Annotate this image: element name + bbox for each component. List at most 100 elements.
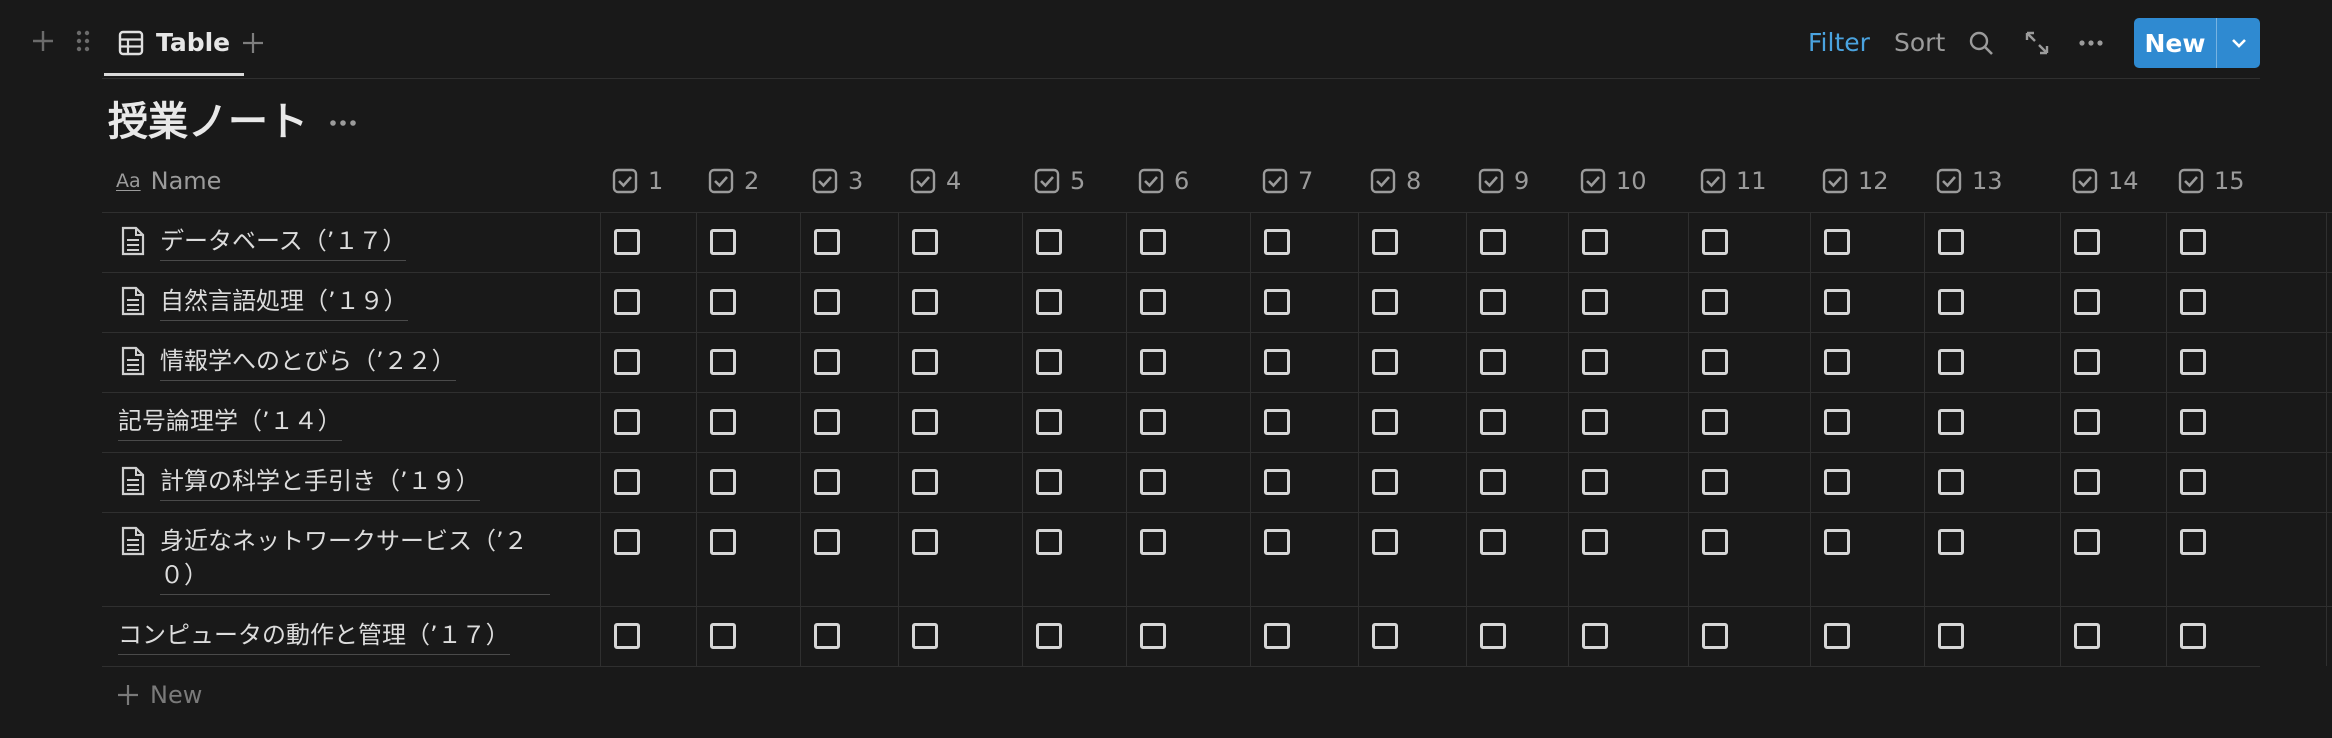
more-options-icon[interactable] (2076, 28, 2106, 58)
title-more-icon[interactable] (326, 110, 360, 136)
checkbox[interactable] (1140, 469, 1166, 495)
checkbox[interactable] (1036, 623, 1062, 649)
checkbox[interactable] (1264, 289, 1290, 315)
checkbox[interactable] (2074, 229, 2100, 255)
row-title-cell[interactable]: 記号論理学（’１４） (118, 404, 342, 441)
column-header-8[interactable]: 8 (1370, 164, 1421, 198)
checkbox[interactable] (1264, 623, 1290, 649)
checkbox[interactable] (912, 229, 938, 255)
checkbox[interactable] (1702, 409, 1728, 435)
column-header-11[interactable]: 11 (1700, 164, 1767, 198)
checkbox[interactable] (2074, 289, 2100, 315)
checkbox[interactable] (2180, 229, 2206, 255)
checkbox[interactable] (1372, 409, 1398, 435)
column-header-2[interactable]: 2 (708, 164, 759, 198)
add-view-icon[interactable] (238, 28, 268, 58)
checkbox[interactable] (1582, 529, 1608, 555)
checkbox[interactable] (1582, 229, 1608, 255)
checkbox[interactable] (912, 409, 938, 435)
checkbox[interactable] (912, 289, 938, 315)
checkbox[interactable] (1702, 529, 1728, 555)
checkbox[interactable] (1938, 229, 1964, 255)
checkbox[interactable] (2180, 289, 2206, 315)
checkbox[interactable] (1480, 529, 1506, 555)
column-header-10[interactable]: 10 (1580, 164, 1647, 198)
checkbox[interactable] (1036, 289, 1062, 315)
add-row-button[interactable]: New (116, 678, 202, 712)
checkbox[interactable] (2180, 349, 2206, 375)
checkbox[interactable] (912, 469, 938, 495)
checkbox[interactable] (1824, 529, 1850, 555)
checkbox[interactable] (912, 349, 938, 375)
checkbox[interactable] (1140, 289, 1166, 315)
checkbox[interactable] (1140, 623, 1166, 649)
open-full-page-icon[interactable] (2022, 28, 2052, 58)
checkbox[interactable] (814, 229, 840, 255)
checkbox[interactable] (1824, 469, 1850, 495)
column-header-13[interactable]: 13 (1936, 164, 2003, 198)
checkbox[interactable] (1582, 623, 1608, 649)
checkbox[interactable] (614, 349, 640, 375)
checkbox[interactable] (2074, 349, 2100, 375)
checkbox[interactable] (1480, 289, 1506, 315)
checkbox[interactable] (710, 529, 736, 555)
search-icon[interactable] (1966, 28, 1996, 58)
column-header-9[interactable]: 9 (1478, 164, 1529, 198)
checkbox[interactable] (814, 289, 840, 315)
checkbox[interactable] (814, 469, 840, 495)
checkbox[interactable] (1480, 409, 1506, 435)
checkbox[interactable] (1824, 623, 1850, 649)
checkbox[interactable] (1036, 529, 1062, 555)
checkbox[interactable] (1140, 229, 1166, 255)
checkbox[interactable] (1036, 469, 1062, 495)
add-block-icon[interactable] (28, 26, 58, 56)
checkbox[interactable] (1824, 229, 1850, 255)
checkbox[interactable] (1372, 289, 1398, 315)
filter-button[interactable]: Filter (1808, 26, 1870, 60)
new-button[interactable]: New (2134, 18, 2216, 68)
checkbox[interactable] (710, 349, 736, 375)
checkbox[interactable] (814, 349, 840, 375)
checkbox[interactable] (614, 289, 640, 315)
checkbox[interactable] (614, 229, 640, 255)
checkbox[interactable] (1702, 229, 1728, 255)
row-title-cell[interactable]: 自然言語処理（’１９） (118, 284, 408, 321)
row-title-cell[interactable]: データベース（’１７） (118, 224, 407, 261)
checkbox[interactable] (1264, 469, 1290, 495)
checkbox[interactable] (1264, 409, 1290, 435)
checkbox[interactable] (2074, 623, 2100, 649)
checkbox[interactable] (710, 469, 736, 495)
checkbox[interactable] (614, 469, 640, 495)
checkbox[interactable] (1480, 229, 1506, 255)
checkbox[interactable] (2074, 529, 2100, 555)
checkbox[interactable] (1264, 529, 1290, 555)
drag-handle-icon[interactable] (68, 26, 98, 56)
checkbox[interactable] (814, 409, 840, 435)
checkbox[interactable] (1372, 349, 1398, 375)
checkbox[interactable] (1938, 623, 1964, 649)
checkbox[interactable] (1480, 469, 1506, 495)
checkbox[interactable] (1140, 349, 1166, 375)
checkbox[interactable] (1036, 409, 1062, 435)
checkbox[interactable] (1140, 409, 1166, 435)
checkbox[interactable] (1480, 623, 1506, 649)
checkbox[interactable] (1702, 623, 1728, 649)
checkbox[interactable] (1938, 469, 1964, 495)
column-header-3[interactable]: 3 (812, 164, 863, 198)
checkbox[interactable] (614, 623, 640, 649)
checkbox[interactable] (710, 289, 736, 315)
checkbox[interactable] (912, 623, 938, 649)
column-header-14[interactable]: 14 (2072, 164, 2139, 198)
checkbox[interactable] (2180, 529, 2206, 555)
row-title-cell[interactable]: 計算の科学と手引き（’１９） (118, 464, 480, 501)
checkbox[interactable] (710, 409, 736, 435)
checkbox[interactable] (1264, 349, 1290, 375)
checkbox[interactable] (814, 623, 840, 649)
checkbox[interactable] (1824, 409, 1850, 435)
checkbox[interactable] (1480, 349, 1506, 375)
checkbox[interactable] (1372, 623, 1398, 649)
checkbox[interactable] (1036, 349, 1062, 375)
checkbox[interactable] (1702, 289, 1728, 315)
checkbox[interactable] (1140, 529, 1166, 555)
checkbox[interactable] (1372, 229, 1398, 255)
